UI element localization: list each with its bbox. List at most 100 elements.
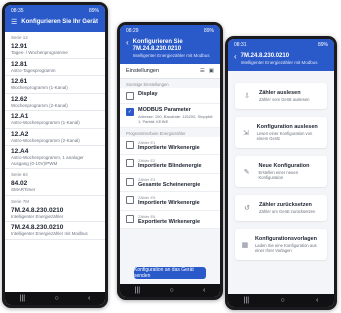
section-header: Serie 84 [11, 172, 28, 177]
list-item[interactable]: 7M.24.8.230.0210 Intelligenter Energiezäh… [5, 204, 105, 222]
counter-name: Exportierte Wirkenergie [138, 218, 200, 225]
recent-apps-icon[interactable]: ||| [20, 295, 25, 302]
download-icon: ⇩ [244, 93, 250, 100]
item-code: 12.A4 [11, 148, 29, 155]
filter-icon[interactable]: ☰ [200, 68, 205, 74]
status-battery: 89% [203, 28, 214, 34]
reset-icon: ↺ [244, 205, 250, 212]
counter-checkbox[interactable] [126, 196, 134, 204]
phone-screen-3: 08:31 89% ‹ 7M.24.8.230.0210 Intelligent… [228, 39, 334, 307]
page-title: 7M.24.8.230.0210 [240, 53, 290, 59]
display-checkbox[interactable] [126, 92, 134, 100]
phone-screen-2: 08:29 89% ‹ Konfigurieren Sie 7M.24.8.23… [120, 25, 220, 297]
counter-checkbox[interactable] [126, 159, 134, 167]
modbus-desc: Adresse: 100, Baudrate: 115200, Stoppbit… [138, 113, 214, 124]
action-card[interactable]: ✎ Neue Konfiguration Erstellen einer neue… [235, 156, 327, 187]
item-code: 12.91 [11, 43, 28, 50]
action-card[interactable]: ↺ Zähler zurücksetzen Zähler am Gerät zur… [235, 195, 327, 221]
counter-option[interactable]: Zähler E6 Exportierte Wirkenergie [120, 210, 220, 229]
app-header: ☰ Konfigurieren Sie Ihr Gerät [5, 17, 105, 32]
recent-apps-icon[interactable]: ||| [135, 287, 140, 294]
counter-option[interactable]: Zähler E2 Importierte Blindenergie [120, 155, 220, 174]
action-cards: ⇩ Zähler auslesen Zähler vom Gerät ausles… [228, 71, 334, 260]
list-item[interactable]: 12.A1 Astro-Wochenprogramm (1-Kanal) [5, 111, 105, 129]
status-battery: 89% [317, 42, 328, 48]
section-header: Serie 7M [11, 198, 30, 204]
item-desc: Astro-Wochenprogramm (2-Kanal) [11, 137, 80, 143]
item-desc: Astro-Tagesprogramm [11, 67, 56, 73]
item-code: 7M.24.8.230.0210 [11, 206, 64, 214]
item-desc: Astro-Wochenprogramm, 1 analoger Ausgang… [11, 155, 84, 166]
counter-name: Importierte Wirkenergie [138, 144, 200, 151]
list-item[interactable]: 12.A2 Astro-Wochenprogramm (2-Kanal) [5, 128, 105, 146]
save-icon[interactable]: ▣ [209, 68, 214, 74]
item-desc: SMARTimer [11, 187, 36, 192]
back-arrow-icon[interactable]: ‹ [126, 39, 129, 47]
home-icon[interactable]: ○ [280, 297, 284, 304]
card-title: Konfiguration auslesen [256, 124, 318, 130]
templates-icon: ▦ [241, 241, 249, 249]
system-nav-bar: ||| ○ ‹ [5, 292, 105, 305]
item-code: 12.A2 [11, 130, 29, 138]
item-desc: Wochenprogramm (2-Kanal) [11, 102, 68, 108]
section-header: Programmierbare Energiezähler [126, 130, 186, 136]
list-item[interactable]: 84.02 SMARTimer [5, 178, 105, 196]
home-icon[interactable]: ○ [169, 287, 173, 294]
status-time: 08:31 [234, 42, 247, 48]
item-code: 12.62 [11, 95, 28, 103]
action-card[interactable]: ⇩ Zähler auslesen Zähler vom Gerät ausles… [235, 83, 327, 109]
item-code: 12.81 [11, 60, 28, 68]
counter-option[interactable]: Zähler E3 Gesamte Scheinenergie [120, 173, 220, 192]
page-title: Konfigurieren Sie Ihr Gerät [21, 19, 98, 25]
counter-name: Importierte Wirkenergie [138, 200, 200, 206]
status-battery: 89% [88, 8, 99, 14]
list-item[interactable]: 12.61 Wochenprogramm (1-Kanal) [5, 76, 105, 94]
card-title: Zähler auslesen [259, 90, 301, 96]
list-item[interactable]: 12.62 Wochenprogramm (2-Kanal) [5, 93, 105, 111]
phone-screen-1: 08:35 89% ☰ Konfigurieren Sie Ihr Gerät … [5, 5, 105, 305]
action-card[interactable]: ⇲ Konfiguration auslesen Lesen einer Konf… [235, 117, 327, 148]
card-desc: Laden Sie eine Konfiguration aus einer I… [254, 243, 317, 253]
list-item[interactable]: 12.81 Astro-Tagesprogramm [5, 58, 105, 76]
item-desc: Intelligenter Energiezähler mit Modbus [11, 231, 88, 236]
phone-device-1: 08:35 89% ☰ Konfigurieren Sie Ihr Gerät … [2, 2, 108, 308]
menu-icon[interactable]: ☰ [11, 19, 17, 26]
counter-checkbox[interactable] [126, 177, 134, 186]
counter-name: Importierte Blindenergie [138, 163, 202, 169]
counter-option[interactable]: Zähler E5 Importierte Wirkenergie [120, 192, 220, 211]
back-icon[interactable]: ‹ [203, 287, 205, 294]
item-code: 84.02 [11, 180, 28, 187]
display-option[interactable]: Display [120, 88, 220, 104]
recent-apps-icon[interactable]: ||| [244, 297, 249, 304]
new-config-icon: ✎ [243, 168, 250, 176]
read-config-icon: ⇲ [242, 129, 249, 137]
modbus-checkbox[interactable]: ✓ [126, 108, 134, 116]
list-item[interactable]: 12.A4 Astro-Wochenprogramm, 1 analoger Au… [5, 146, 105, 169]
counter-option[interactable]: Zähler E1 Importierte Wirkenergie [120, 136, 220, 155]
section-header: Sonstige Einstellungen [126, 82, 169, 87]
page-subtitle: Intelligenter Energiezähler mit Modbus [132, 53, 210, 58]
send-config-button[interactable]: Konfiguration an das Gerät senden [134, 267, 206, 279]
back-arrow-icon[interactable]: ‹ [234, 53, 237, 61]
item-code: 12.61 [11, 78, 28, 85]
modbus-option[interactable]: ✓ MODBUS Parameter Adresse: 100, Baudrat… [120, 104, 220, 128]
home-icon[interactable]: ○ [54, 295, 58, 302]
back-icon[interactable]: ‹ [316, 297, 318, 304]
status-bar: 08:29 89% [120, 25, 220, 37]
counter-checkbox[interactable] [126, 214, 134, 223]
card-title: Konfigurationsvorlagen [254, 236, 317, 242]
page-title: Konfigurieren Sie 7M.24.8.230.0210 [132, 39, 183, 52]
list-item[interactable]: 12.91 Tages- / Wochenprogramme [5, 41, 105, 59]
action-card[interactable]: ▦ Konfigurationsvorlagen Laden Sie eine K… [235, 229, 327, 260]
section-header: Serie 12 [11, 35, 28, 40]
item-desc: Intelligenter Energiezähler [11, 213, 64, 219]
device-list: Serie 12 12.91 Tages- / Wochenprogramme 1… [5, 32, 105, 240]
status-bar: 08:31 89% [228, 39, 334, 51]
card-desc: Erstellen einer neuen Konfiguration [258, 170, 299, 180]
list-item[interactable]: 7M.24.8.230.0210 Intelligenter Energiezäh… [5, 222, 105, 240]
back-icon[interactable]: ‹ [88, 295, 90, 302]
item-code: 7M.24.8.230.0210 [11, 224, 64, 231]
counter-checkbox[interactable] [126, 140, 134, 149]
counter-name: Gesamte Scheinenergie [138, 181, 201, 188]
display-label: Display [138, 91, 158, 97]
